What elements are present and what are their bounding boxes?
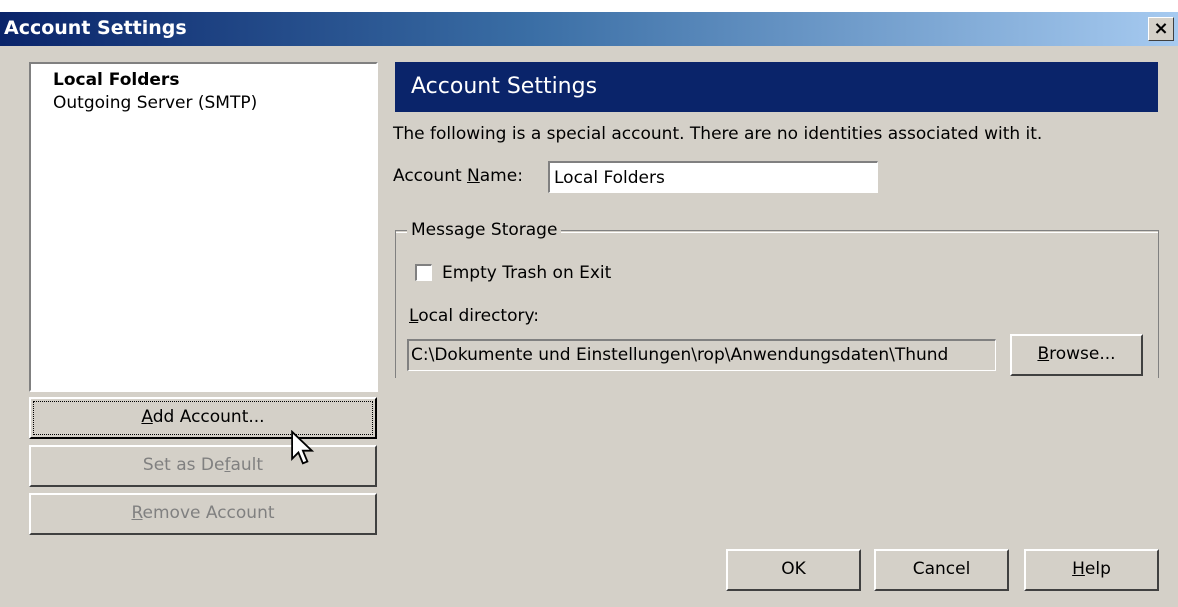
cancel-button[interactable]: Cancel <box>874 549 1009 591</box>
empty-trash-checkbox[interactable] <box>415 264 432 281</box>
local-directory-field[interactable]: C:\Dokumente und Einstellungen\rop\Anwen… <box>407 339 996 371</box>
account-name-accel: N <box>467 166 480 186</box>
add-account-button[interactable]: Add Account... <box>29 397 377 439</box>
tree-item-label: Outgoing Server (SMTP) <box>53 93 258 113</box>
local-dir-accel: L <box>409 306 419 326</box>
browse-button[interactable]: Browse... <box>1010 334 1143 376</box>
add-account-accel: A <box>141 407 153 427</box>
ok-button[interactable]: OK <box>726 549 861 591</box>
top-strip <box>0 0 1178 12</box>
local-directory-label: Local directory: <box>409 306 539 326</box>
close-button[interactable]: × <box>1148 17 1174 41</box>
account-tree[interactable]: Local Folders Outgoing Server (SMTP) <box>29 62 378 392</box>
help-label-rest: elp <box>1084 559 1111 579</box>
help-accel: H <box>1072 559 1085 579</box>
window-title: Account Settings <box>4 17 187 39</box>
account-name-label: Account Name: <box>393 166 523 186</box>
add-account-label-rest: dd Account... <box>152 407 265 427</box>
browse-accel: B <box>1037 344 1050 364</box>
set-default-label-prefix: Set as De <box>142 455 225 475</box>
title-bar[interactable]: Account Settings × <box>0 12 1178 46</box>
account-name-label-rest: ame: <box>479 166 523 186</box>
set-as-default-button[interactable]: Set as Default <box>29 445 377 487</box>
panel-header: Account Settings <box>395 62 1158 112</box>
message-storage-legend: Message Storage <box>407 220 562 240</box>
tree-item-local-folders[interactable]: Local Folders <box>53 70 179 90</box>
tree-item-label: Local Folders <box>53 70 180 90</box>
local-dir-label-rest: ocal directory: <box>418 306 540 326</box>
account-name-input[interactable] <box>548 161 878 193</box>
mouse-cursor-icon <box>291 430 315 465</box>
account-name-label-prefix: Account <box>393 166 468 186</box>
help-button[interactable]: Help <box>1024 549 1159 591</box>
browse-label-rest: rowse... <box>1049 344 1116 364</box>
set-default-label-rest: ault <box>230 455 264 475</box>
close-icon: × <box>1153 18 1169 39</box>
empty-trash-label[interactable]: Empty Trash on Exit <box>442 263 611 283</box>
remove-account-label-rest: emove Account <box>142 503 275 523</box>
remove-account-accel: R <box>131 503 143 523</box>
tree-item-outgoing-server[interactable]: Outgoing Server (SMTP) <box>53 93 257 113</box>
remove-account-button[interactable]: Remove Account <box>29 493 377 535</box>
account-description: The following is a special account. Ther… <box>393 124 1043 144</box>
